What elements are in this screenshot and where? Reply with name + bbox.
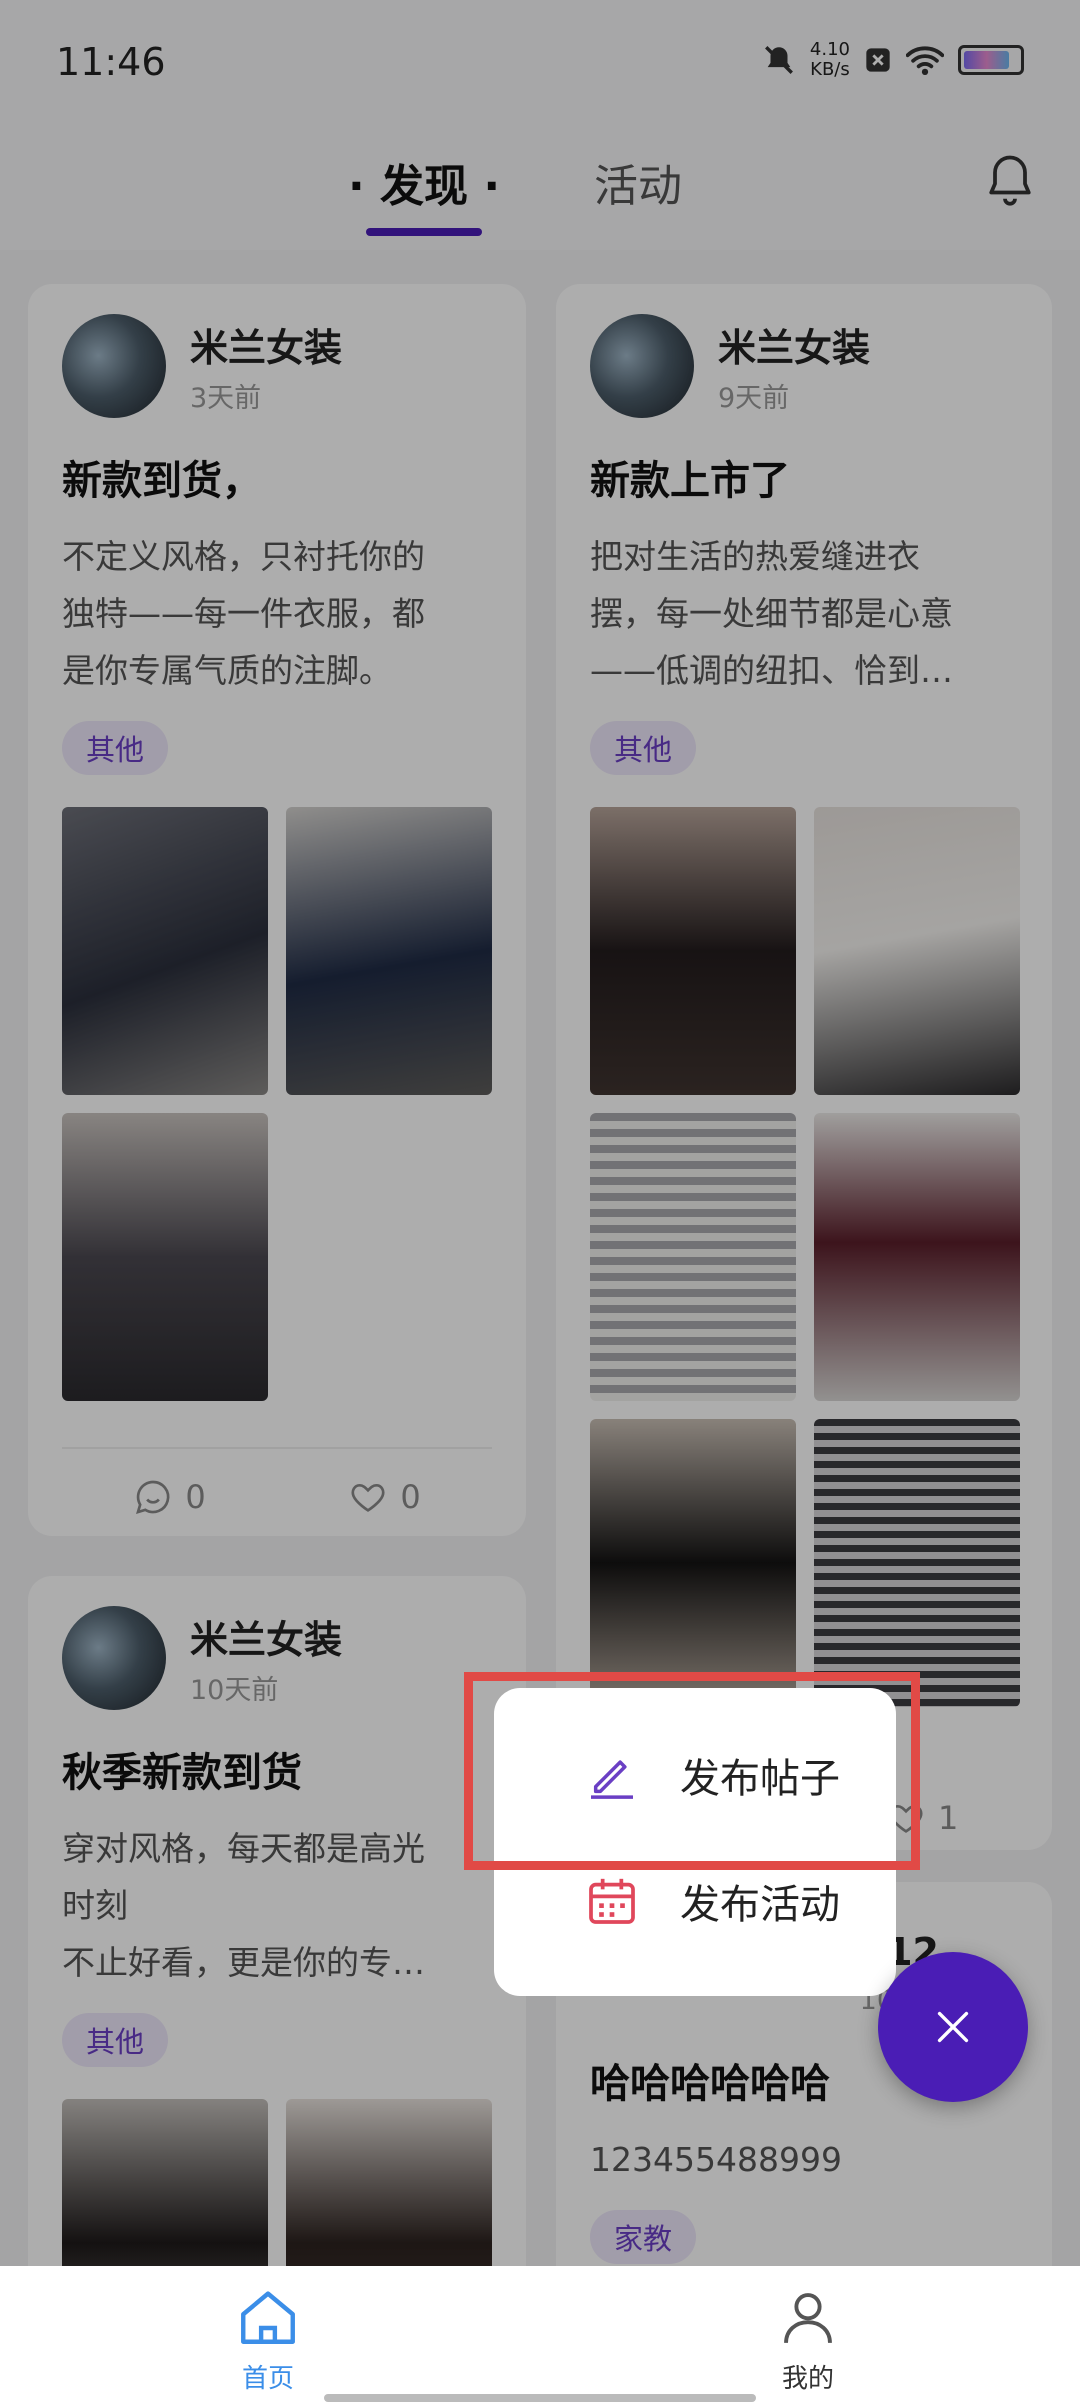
calendar-icon	[589, 1878, 635, 1924]
nav-home[interactable]: 首页	[208, 2286, 328, 2395]
publish-event-button[interactable]: 发布活动	[584, 1872, 840, 1930]
nav-home-label: 首页	[241, 2364, 294, 2394]
user-icon	[784, 2293, 832, 2343]
close-icon	[937, 2011, 969, 2043]
bottom-nav: 首页 我的	[0, 2266, 1080, 2408]
home-indicator	[324, 2394, 756, 2402]
nav-me[interactable]: 我的	[748, 2286, 868, 2395]
close-fab-button[interactable]	[878, 1952, 1028, 2102]
nav-me-label: 我的	[781, 2364, 834, 2394]
highlight-box	[464, 1672, 920, 1870]
publish-event-label: 发布活动	[680, 1882, 840, 1928]
home-icon	[241, 2291, 295, 2344]
